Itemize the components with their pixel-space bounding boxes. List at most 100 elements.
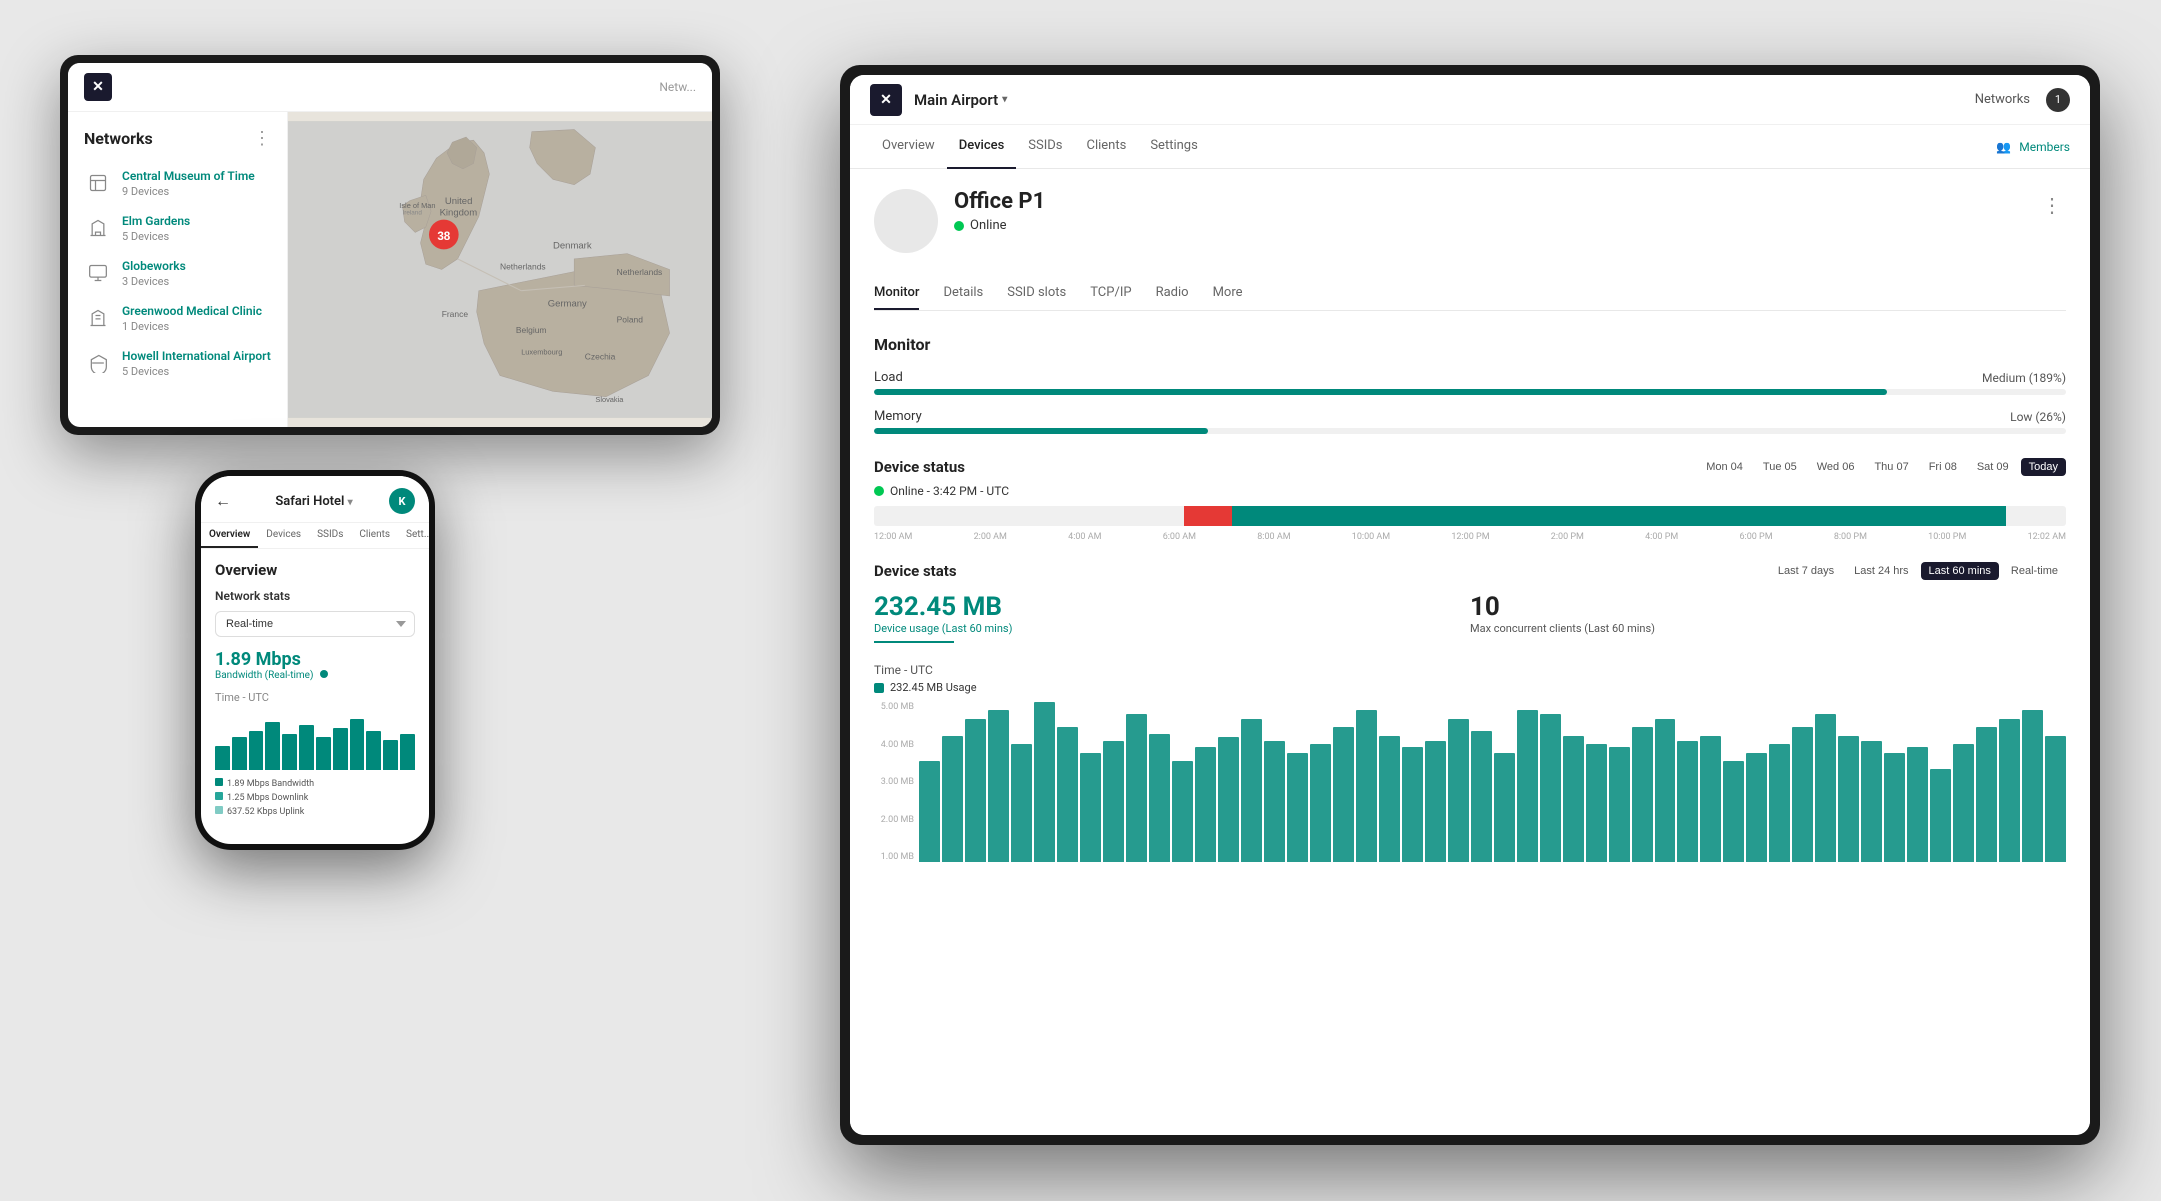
chart-bar-16	[1287, 753, 1308, 862]
phone-nav-clients[interactable]: Clients	[351, 523, 398, 548]
stat-usage-value: 232.45 MB	[874, 592, 1470, 622]
load-bar-bg	[874, 389, 2066, 395]
svg-text:38: 38	[437, 230, 450, 243]
time-tab-24hrs[interactable]: Last 24 hrs	[1846, 562, 1916, 580]
memory-value: Low (26%)	[2010, 410, 2066, 424]
device-header: Office P1 Online ⋮	[874, 189, 2066, 253]
load-value: Medium (189%)	[1982, 371, 2066, 385]
network-item-1[interactable]: Central Museum of Time 9 Devices	[68, 161, 287, 206]
online-dot	[874, 486, 884, 496]
network-icon-4	[84, 304, 112, 332]
chart-bar-1	[942, 736, 963, 862]
phone-nav-devices[interactable]: Devices	[258, 523, 309, 548]
chart-bar-24	[1471, 731, 1492, 862]
network-name-2[interactable]: Elm Gardens	[122, 214, 271, 228]
day-tab-tue05[interactable]: Tue 05	[1755, 458, 1805, 476]
network-devices-2: 5 Devices	[122, 230, 271, 243]
left-tablet: ✕ Netw... Networks ⋮ Central Museum of T…	[60, 55, 720, 435]
rtablet-nav-devices[interactable]: Devices	[947, 125, 1017, 169]
chart-bar-23	[1448, 719, 1469, 862]
members-icon: 👥	[1996, 140, 2011, 154]
rtablet-nav-settings[interactable]: Settings	[1138, 125, 1209, 169]
sidebar-header: Networks ⋮	[68, 128, 287, 161]
chart-bar-29	[1586, 744, 1607, 862]
device-tab-details[interactable]: Details	[943, 277, 983, 310]
chart-bar-27	[1540, 714, 1561, 862]
network-item-2[interactable]: Elm Gardens 5 Devices	[68, 206, 287, 251]
timeline-online-segment	[1232, 506, 2007, 526]
day-tab-sat09[interactable]: Sat 09	[1969, 458, 2017, 476]
network-icon-2	[84, 214, 112, 242]
chart-bar-9	[1126, 714, 1147, 862]
device-tab-ssid-slots[interactable]: SSID slots	[1007, 277, 1066, 310]
time-tab-realtime[interactable]: Real-time	[2003, 562, 2066, 580]
networks-link[interactable]: Networks	[1975, 92, 2030, 107]
chart-bar-0	[919, 761, 940, 862]
right-tablet-header-right: Networks 1	[1975, 88, 2070, 112]
day-tab-wed06[interactable]: Wed 06	[1809, 458, 1863, 476]
back-button[interactable]: ←	[215, 491, 231, 511]
right-tablet-header: ✕ Main Airport ▾ Networks 1	[850, 75, 2090, 125]
members-button[interactable]: 👥 Members	[1996, 140, 2070, 154]
rtablet-nav-clients[interactable]: Clients	[1075, 125, 1139, 169]
svg-text:Germany: Germany	[548, 299, 587, 310]
sidebar-title: Networks	[84, 129, 153, 148]
time-tab-60mins[interactable]: Last 60 mins	[1921, 562, 1999, 580]
network-name-3[interactable]: Globeworks	[122, 259, 271, 273]
chart-bar-2	[965, 719, 986, 862]
phone-nav-ssids[interactable]: SSIDs	[309, 523, 351, 548]
network-name-5[interactable]: Howell International Airport	[122, 349, 271, 363]
time-tab-7days[interactable]: Last 7 days	[1770, 562, 1842, 580]
network-item-5[interactable]: Howell International Airport 5 Devices	[68, 341, 287, 386]
tablet-logo: ✕	[84, 73, 112, 101]
stat-item-clients: 10 Max concurrent clients (Last 60 mins)	[1470, 592, 2066, 643]
network-name-1[interactable]: Central Museum of Time	[122, 169, 271, 183]
chart-bar-12	[1195, 747, 1216, 862]
load-label: Load	[874, 370, 903, 385]
phone-nav-overview[interactable]: Overview	[201, 523, 258, 548]
right-tablet-nav: Overview Devices SSIDs Clients Settings …	[850, 125, 2090, 169]
device-more-button[interactable]: ⋮	[2038, 189, 2066, 221]
timeline-offline-segment	[1184, 506, 1232, 526]
day-tab-today[interactable]: Today	[2021, 458, 2066, 476]
phone-timerange-select[interactable]: Real-time Last 7 days Last 24 hrs	[215, 611, 415, 637]
chart-bar-48	[2022, 710, 2043, 862]
phone-nav-settings[interactable]: Sett...	[398, 523, 429, 548]
day-tab-thu07[interactable]: Thu 07	[1866, 458, 1916, 476]
svg-text:Denmark: Denmark	[553, 240, 592, 251]
chart-bar-41	[1861, 741, 1882, 862]
tablet-header: ✕ Netw...	[68, 63, 712, 112]
phone-chart-legend: 1.89 Mbps Bandwidth 1.25 Mbps Downlink 6…	[215, 778, 415, 817]
network-info-4: Greenwood Medical Clinic 1 Devices	[122, 304, 271, 333]
chart-bar-31	[1632, 727, 1653, 862]
network-item-4[interactable]: Greenwood Medical Clinic 1 Devices	[68, 296, 287, 341]
chart-title: Time - UTC	[874, 663, 2066, 677]
online-status-label: Online - 3:42 PM - UTC	[874, 484, 2066, 498]
chart-bar-18	[1333, 727, 1354, 862]
title-dropdown-arrow[interactable]: ▾	[1002, 94, 1007, 105]
rtablet-nav-overview[interactable]: Overview	[870, 125, 947, 169]
user-badge: 1	[2046, 88, 2070, 112]
right-tablet-screen: ✕ Main Airport ▾ Networks 1 Overview Dev…	[850, 75, 2090, 1135]
network-info-2: Elm Gardens 5 Devices	[122, 214, 271, 243]
device-status-section: Device status Mon 04 Tue 05 Wed 06 Thu 0…	[874, 458, 2066, 542]
rtablet-nav-ssids[interactable]: SSIDs	[1016, 125, 1074, 169]
chart-bar-36	[1746, 753, 1767, 862]
right-tablet: ✕ Main Airport ▾ Networks 1 Overview Dev…	[840, 65, 2100, 1145]
network-icon-5	[84, 349, 112, 377]
chart-bar-17	[1310, 744, 1331, 862]
device-tab-radio[interactable]: Radio	[1156, 277, 1189, 310]
device-tab-more[interactable]: More	[1213, 277, 1243, 310]
network-name-4[interactable]: Greenwood Medical Clinic	[122, 304, 271, 318]
network-item-3[interactable]: Globeworks 3 Devices	[68, 251, 287, 296]
day-tab-mon04[interactable]: Mon 04	[1698, 458, 1751, 476]
device-tab-monitor[interactable]: Monitor	[874, 277, 919, 310]
sidebar-more-button[interactable]: ⋮	[253, 128, 271, 149]
day-tab-fri08[interactable]: Fri 08	[1921, 458, 1965, 476]
chart-bar-44	[1930, 769, 1951, 862]
device-tab-tcpip[interactable]: TCP/IP	[1090, 277, 1131, 310]
memory-bar-fill	[874, 428, 1208, 434]
svg-text:Slovakia: Slovakia	[595, 395, 624, 404]
chart-bar-25	[1494, 753, 1515, 862]
chart-bar-8	[1103, 741, 1124, 862]
